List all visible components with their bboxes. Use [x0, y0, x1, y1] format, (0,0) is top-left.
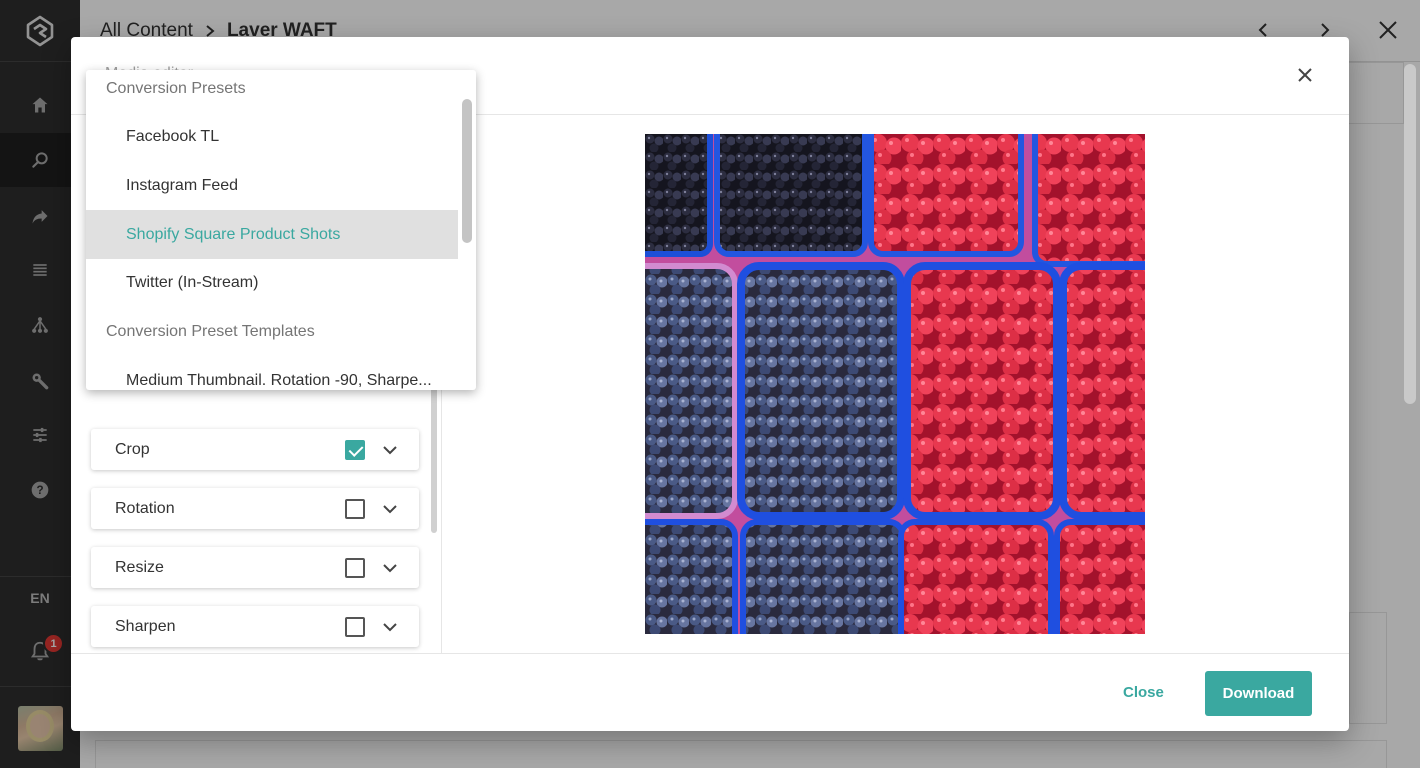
option-label: Rotation [115, 500, 175, 517]
chevron-down-icon [383, 446, 397, 455]
preset-option[interactable]: Facebook TL [86, 112, 458, 161]
rotation-expand[interactable] [381, 500, 399, 518]
dropdown-group-header: Conversion Preset Templates [106, 323, 315, 340]
download-button[interactable]: Download [1205, 671, 1312, 716]
option-rotation[interactable]: Rotation [91, 488, 419, 529]
berries-image [645, 134, 1145, 634]
crop-expand[interactable] [381, 441, 399, 459]
preset-dropdown: Conversion Presets Facebook TL Instagram… [86, 70, 476, 390]
resize-checkbox[interactable] [345, 558, 365, 578]
sharpen-expand[interactable] [381, 618, 399, 636]
template-option[interactable]: Medium Thumbnail. Rotation -90, Sharpe..… [86, 356, 458, 390]
dropdown-group-header: Conversion Presets [106, 80, 246, 97]
sharpen-checkbox[interactable] [345, 617, 365, 637]
option-resize[interactable]: Resize [91, 547, 419, 588]
option-label: Crop [115, 441, 150, 458]
close-icon [1298, 68, 1312, 82]
option-label: Sharpen [115, 618, 176, 635]
chevron-down-icon [383, 623, 397, 632]
preset-option-selected[interactable]: Shopify Square Product Shots [86, 210, 458, 259]
option-sharpen[interactable]: Sharpen [91, 606, 419, 647]
preset-option[interactable]: Twitter (In-Stream) [86, 258, 458, 307]
crop-checkbox[interactable] [345, 440, 365, 460]
modal-footer: Close Download [71, 653, 1349, 731]
resize-expand[interactable] [381, 559, 399, 577]
rotation-checkbox[interactable] [345, 499, 365, 519]
modal-close-button[interactable] [1293, 63, 1317, 87]
option-label: Resize [115, 559, 164, 576]
image-preview [645, 134, 1145, 634]
chevron-down-icon [383, 564, 397, 573]
preset-option[interactable]: Instagram Feed [86, 161, 458, 210]
chevron-down-icon [383, 505, 397, 514]
close-button[interactable]: Close [1123, 684, 1164, 701]
page-scrollbar[interactable] [1404, 64, 1416, 404]
option-crop[interactable]: Crop [91, 429, 419, 470]
dropdown-scrollbar[interactable] [462, 99, 472, 243]
